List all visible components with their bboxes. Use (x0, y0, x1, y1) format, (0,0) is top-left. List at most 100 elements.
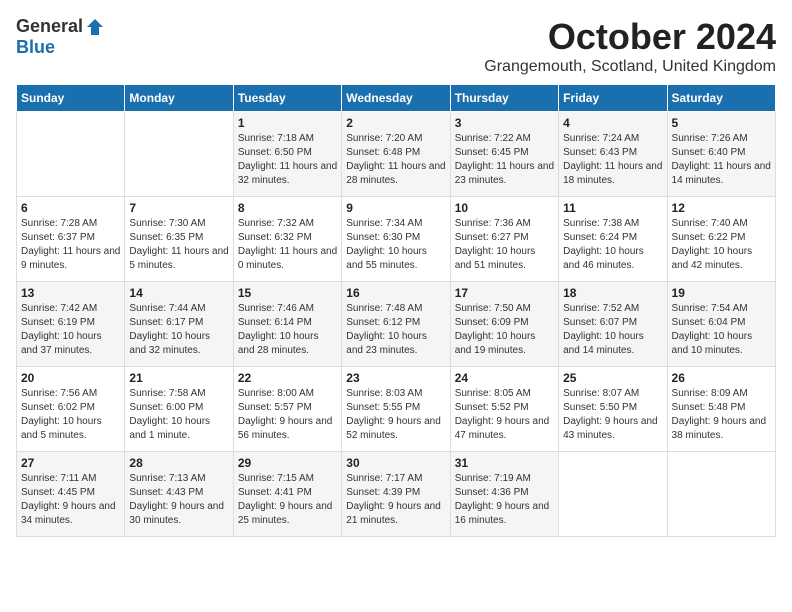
day-info: Sunrise: 8:09 AMSunset: 5:48 PMDaylight:… (672, 387, 771, 443)
day-info: Sunrise: 7:20 AMSunset: 6:48 PMDaylight:… (346, 132, 445, 188)
calendar-cell (559, 452, 667, 537)
day-info: Sunrise: 7:26 AMSunset: 6:40 PMDaylight:… (672, 132, 771, 188)
day-info: Sunrise: 8:07 AMSunset: 5:50 PMDaylight:… (563, 387, 662, 443)
calendar-cell: 6 Sunrise: 7:28 AMSunset: 6:37 PMDaylight… (17, 197, 125, 282)
calendar-cell: 10Sunrise: 7:36 AMSunset: 6:27 PMDayligh… (450, 197, 558, 282)
month-title: October 2024 (484, 16, 776, 58)
calendar-cell: 21Sunrise: 7:58 AMSunset: 6:00 PMDayligh… (125, 367, 233, 452)
calendar-cell: 4 Sunrise: 7:24 AMSunset: 6:43 PMDaylight… (559, 112, 667, 197)
day-number: 4 (563, 116, 662, 130)
logo: General Blue (16, 16, 105, 58)
calendar-cell: 29 Sunrise: 7:15 AMSunset: 4:41 PMDayligh… (233, 452, 341, 537)
calendar-cell: 5 Sunrise: 7:26 AMSunset: 6:40 PMDaylight… (667, 112, 775, 197)
day-number: 18 (563, 286, 662, 300)
day-info: Sunrise: 7:24 AMSunset: 6:43 PMDaylight:… (563, 132, 662, 188)
day-number: 21 (129, 371, 228, 385)
day-number: 8 (238, 201, 337, 215)
day-info: Sunrise: 7:34 AMSunset: 6:30 PMDaylight:… (346, 217, 445, 273)
weekday-header-row: SundayMondayTuesdayWednesdayThursdayFrid… (17, 85, 776, 112)
calendar-cell: 16 Sunrise: 7:48 AMSunset: 6:12 PMDayligh… (342, 282, 450, 367)
calendar-cell: 31Sunrise: 7:19 AMSunset: 4:36 PMDayligh… (450, 452, 558, 537)
calendar-cell (17, 112, 125, 197)
day-number: 28 (129, 456, 228, 470)
weekday-header-tuesday: Tuesday (233, 85, 341, 112)
day-info: Sunrise: 7:11 AMSunset: 4:45 PMDaylight:… (21, 472, 120, 528)
calendar-cell: 30 Sunrise: 7:17 AMSunset: 4:39 PMDayligh… (342, 452, 450, 537)
day-number: 26 (672, 371, 771, 385)
day-number: 25 (563, 371, 662, 385)
calendar-cell: 19Sunrise: 7:54 AMSunset: 6:04 PMDayligh… (667, 282, 775, 367)
calendar-cell: 7Sunrise: 7:30 AMSunset: 6:35 PMDaylight… (125, 197, 233, 282)
day-info: Sunrise: 7:13 AMSunset: 4:43 PMDaylight:… (129, 472, 228, 528)
day-number: 12 (672, 201, 771, 215)
week-row-4: 20 Sunrise: 7:56 AMSunset: 6:02 PMDayligh… (17, 367, 776, 452)
day-number: 19 (672, 286, 771, 300)
weekday-header-saturday: Saturday (667, 85, 775, 112)
week-row-2: 6 Sunrise: 7:28 AMSunset: 6:37 PMDaylight… (17, 197, 776, 282)
week-row-5: 27 Sunrise: 7:11 AMSunset: 4:45 PMDayligh… (17, 452, 776, 537)
calendar-cell: 24Sunrise: 8:05 AMSunset: 5:52 PMDayligh… (450, 367, 558, 452)
calendar-cell: 27 Sunrise: 7:11 AMSunset: 4:45 PMDayligh… (17, 452, 125, 537)
day-number: 16 (346, 286, 445, 300)
logo-blue-text: Blue (16, 37, 55, 58)
day-info: Sunrise: 7:52 AMSunset: 6:07 PMDaylight:… (563, 302, 662, 358)
weekday-header-friday: Friday (559, 85, 667, 112)
calendar-cell: 12 Sunrise: 7:40 AMSunset: 6:22 PMDayligh… (667, 197, 775, 282)
day-number: 23 (346, 371, 445, 385)
day-number: 31 (455, 456, 554, 470)
day-info: Sunrise: 8:00 AMSunset: 5:57 PMDaylight:… (238, 387, 337, 443)
day-info: Sunrise: 7:42 AMSunset: 6:19 PMDaylight:… (21, 302, 120, 358)
day-info: Sunrise: 7:28 AMSunset: 6:37 PMDaylight:… (21, 217, 120, 273)
calendar-cell: 14Sunrise: 7:44 AMSunset: 6:17 PMDayligh… (125, 282, 233, 367)
day-info: Sunrise: 8:05 AMSunset: 5:52 PMDaylight:… (455, 387, 554, 443)
day-info: Sunrise: 7:15 AMSunset: 4:41 PMDaylight:… (238, 472, 337, 528)
calendar-cell: 9 Sunrise: 7:34 AMSunset: 6:30 PMDaylight… (342, 197, 450, 282)
weekday-header-wednesday: Wednesday (342, 85, 450, 112)
calendar-cell: 17 Sunrise: 7:50 AMSunset: 6:09 PMDayligh… (450, 282, 558, 367)
day-number: 30 (346, 456, 445, 470)
day-info: Sunrise: 7:56 AMSunset: 6:02 PMDaylight:… (21, 387, 120, 443)
day-info: Sunrise: 8:03 AMSunset: 5:55 PMDaylight:… (346, 387, 445, 443)
calendar-cell (125, 112, 233, 197)
page-header: General Blue October 2024 Grangemouth, S… (16, 16, 776, 76)
day-number: 5 (672, 116, 771, 130)
day-info: Sunrise: 7:38 AMSunset: 6:24 PMDaylight:… (563, 217, 662, 273)
day-info: Sunrise: 7:44 AMSunset: 6:17 PMDaylight:… (129, 302, 228, 358)
day-number: 9 (346, 201, 445, 215)
week-row-3: 13Sunrise: 7:42 AMSunset: 6:19 PMDayligh… (17, 282, 776, 367)
title-section: October 2024 Grangemouth, Scotland, Unit… (484, 16, 776, 76)
location: Grangemouth, Scotland, United Kingdom (484, 58, 776, 76)
day-info: Sunrise: 7:32 AMSunset: 6:32 PMDaylight:… (238, 217, 337, 273)
day-number: 6 (21, 201, 120, 215)
day-info: Sunrise: 7:48 AMSunset: 6:12 PMDaylight:… (346, 302, 445, 358)
calendar-cell: 2 Sunrise: 7:20 AMSunset: 6:48 PMDaylight… (342, 112, 450, 197)
calendar-cell: 20 Sunrise: 7:56 AMSunset: 6:02 PMDayligh… (17, 367, 125, 452)
week-row-1: 1Sunrise: 7:18 AMSunset: 6:50 PMDaylight… (17, 112, 776, 197)
day-info: Sunrise: 7:17 AMSunset: 4:39 PMDaylight:… (346, 472, 445, 528)
day-number: 17 (455, 286, 554, 300)
day-info: Sunrise: 7:30 AMSunset: 6:35 PMDaylight:… (129, 217, 228, 273)
calendar-cell: 26 Sunrise: 8:09 AMSunset: 5:48 PMDayligh… (667, 367, 775, 452)
calendar-cell (667, 452, 775, 537)
logo-icon (85, 17, 105, 37)
day-info: Sunrise: 7:22 AMSunset: 6:45 PMDaylight:… (455, 132, 554, 188)
day-info: Sunrise: 7:40 AMSunset: 6:22 PMDaylight:… (672, 217, 771, 273)
day-number: 15 (238, 286, 337, 300)
calendar-cell: 1Sunrise: 7:18 AMSunset: 6:50 PMDaylight… (233, 112, 341, 197)
calendar-cell: 28 Sunrise: 7:13 AMSunset: 4:43 PMDayligh… (125, 452, 233, 537)
calendar-cell: 3Sunrise: 7:22 AMSunset: 6:45 PMDaylight… (450, 112, 558, 197)
weekday-header-sunday: Sunday (17, 85, 125, 112)
calendar-cell: 22Sunrise: 8:00 AMSunset: 5:57 PMDayligh… (233, 367, 341, 452)
day-number: 2 (346, 116, 445, 130)
day-number: 27 (21, 456, 120, 470)
day-info: Sunrise: 7:46 AMSunset: 6:14 PMDaylight:… (238, 302, 337, 358)
weekday-header-monday: Monday (125, 85, 233, 112)
day-number: 29 (238, 456, 337, 470)
day-number: 20 (21, 371, 120, 385)
day-number: 1 (238, 116, 337, 130)
calendar-cell: 15 Sunrise: 7:46 AMSunset: 6:14 PMDayligh… (233, 282, 341, 367)
calendar-cell: 23 Sunrise: 8:03 AMSunset: 5:55 PMDayligh… (342, 367, 450, 452)
weekday-header-thursday: Thursday (450, 85, 558, 112)
calendar-cell: 8 Sunrise: 7:32 AMSunset: 6:32 PMDaylight… (233, 197, 341, 282)
day-info: Sunrise: 7:50 AMSunset: 6:09 PMDaylight:… (455, 302, 554, 358)
